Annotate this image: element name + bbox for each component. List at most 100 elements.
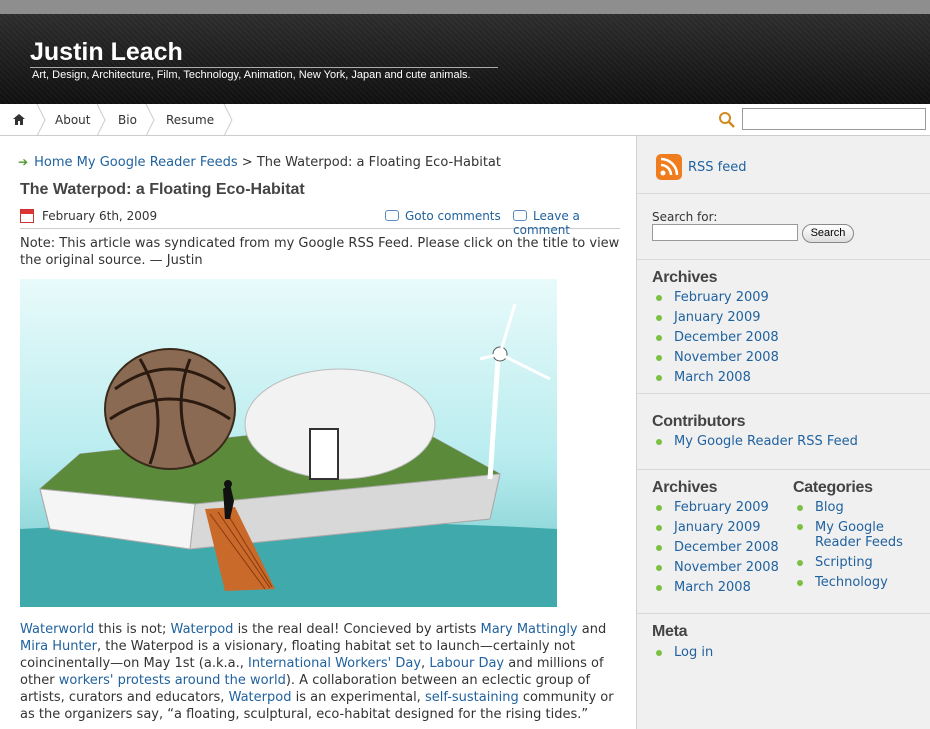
- body-text: this is not;: [94, 622, 171, 637]
- post-date: February 6th, 2009: [42, 209, 158, 223]
- category-link[interactable]: Scripting: [793, 553, 928, 573]
- breadcrumb-category[interactable]: My Google Reader Feeds: [77, 155, 238, 170]
- archives-list: February 2009 January 2009 December 2008…: [652, 498, 779, 598]
- meta-heading: Meta: [652, 623, 688, 640]
- archive-link-text[interactable]: January 2009: [674, 520, 761, 535]
- archive-link-text[interactable]: November 2008: [674, 560, 779, 575]
- link-waterworld[interactable]: Waterworld: [20, 622, 94, 637]
- nav-separator: [36, 104, 46, 136]
- archive-link-text[interactable]: March 2008: [674, 370, 751, 385]
- archives-heading: Archives: [652, 269, 718, 286]
- rss-icon[interactable]: [656, 154, 682, 180]
- contributors-list: My Google Reader RSS Feed: [652, 432, 858, 452]
- link-workers-day[interactable]: International Workers' Day: [248, 656, 421, 671]
- archive-link-text[interactable]: December 2008: [674, 540, 779, 555]
- archive-link[interactable]: December 2008: [652, 328, 779, 348]
- category-link[interactable]: My Google Reader Feeds: [793, 518, 928, 553]
- sidebar-meta-section: Meta Log in: [637, 614, 930, 729]
- archive-link[interactable]: November 2008: [652, 558, 779, 578]
- sidebar-archives-categories-section: Archives February 2009 January 2009 Dece…: [637, 470, 930, 614]
- category-link[interactable]: Blog: [793, 498, 928, 518]
- search-label: Search for:: [652, 210, 718, 224]
- link-waterpod[interactable]: Waterpod: [171, 622, 234, 637]
- archive-link-text[interactable]: January 2009: [674, 310, 761, 325]
- breadcrumb-home[interactable]: Home: [34, 155, 72, 170]
- nav-separator: [223, 104, 233, 136]
- category-link[interactable]: Technology: [793, 573, 928, 593]
- link-labour-day[interactable]: Labour Day: [429, 656, 504, 671]
- category-link-text[interactable]: My Google Reader Feeds: [815, 520, 903, 550]
- post-body: Waterworld this is not; Waterpod is the …: [20, 621, 620, 723]
- nav-resume[interactable]: Resume: [166, 104, 214, 136]
- archive-link-text[interactable]: February 2009: [674, 290, 769, 305]
- sidebar-contributors-section: Contributors My Google Reader RSS Feed: [637, 394, 930, 470]
- site-header: Justin Leach Art, Design, Architecture, …: [0, 14, 930, 104]
- calendar-icon: [20, 209, 34, 223]
- contributor-link[interactable]: My Google Reader RSS Feed: [652, 432, 858, 452]
- archive-link-text[interactable]: November 2008: [674, 350, 779, 365]
- archive-link[interactable]: March 2008: [652, 368, 779, 388]
- browser-top-strip: [0, 0, 930, 14]
- search-icon[interactable]: [718, 111, 736, 129]
- link-mira-hunter[interactable]: Mira Hunter: [20, 639, 97, 654]
- meta-list: Log in: [652, 643, 713, 663]
- site-title[interactable]: Justin Leach: [30, 38, 183, 67]
- breadcrumb-current: The Waterpod: a Floating Eco-Habitat: [256, 155, 501, 170]
- archive-link[interactable]: January 2009: [652, 308, 779, 328]
- archive-link-text[interactable]: February 2009: [674, 500, 769, 515]
- syndication-note: Note: This article was syndicated from m…: [20, 236, 620, 268]
- link-mary-mattingly[interactable]: Mary Mattingly: [480, 622, 577, 637]
- contributors-heading: Contributors: [652, 413, 746, 430]
- sidebar: RSS feed Search for: Search Archives Feb…: [636, 136, 930, 729]
- categories-heading: Categories: [793, 479, 873, 496]
- post-meta: February 6th, 2009 Goto comments Leave a…: [20, 204, 620, 237]
- sidebar-archives-section: Archives February 2009 January 2009 Dece…: [637, 260, 930, 394]
- archives-heading: Archives: [652, 479, 718, 496]
- comment-add-icon: [513, 210, 527, 221]
- sidebar-search-input[interactable]: [652, 224, 798, 241]
- archive-link[interactable]: January 2009: [652, 518, 779, 538]
- login-link[interactable]: Log in: [674, 645, 713, 660]
- nav-bio[interactable]: Bio: [118, 104, 137, 136]
- category-link-text[interactable]: Technology: [815, 575, 888, 590]
- archive-link[interactable]: March 2008: [652, 578, 779, 598]
- post-title[interactable]: The Waterpod: a Floating Eco-Habitat: [20, 181, 305, 199]
- category-link-text[interactable]: Scripting: [815, 555, 873, 570]
- arrow-right-icon: ➔: [18, 155, 29, 169]
- archives-list: February 2009 January 2009 December 2008…: [652, 288, 779, 388]
- nav-separator: [96, 104, 106, 136]
- link-workers-protests[interactable]: workers' protests around the world: [59, 673, 286, 688]
- meta-link[interactable]: Log in: [652, 643, 713, 663]
- archive-link[interactable]: November 2008: [652, 348, 779, 368]
- archive-link[interactable]: February 2009: [652, 288, 779, 308]
- goto-comments-label: Goto comments: [405, 209, 501, 223]
- body-text: and: [577, 622, 607, 637]
- header-search-input[interactable]: [742, 108, 926, 130]
- goto-comments-link[interactable]: Goto comments: [385, 209, 501, 223]
- categories-list: Blog My Google Reader Feeds Scripting Te…: [793, 498, 928, 593]
- contributor-link-text[interactable]: My Google Reader RSS Feed: [674, 434, 858, 449]
- nav-separator: [145, 104, 155, 136]
- archive-link[interactable]: December 2008: [652, 538, 779, 558]
- rss-feed-link[interactable]: RSS feed: [688, 160, 747, 175]
- link-waterpod-2[interactable]: Waterpod: [229, 690, 292, 705]
- breadcrumb-separator: >: [241, 155, 253, 170]
- home-icon[interactable]: [13, 114, 25, 125]
- nav-about[interactable]: About: [55, 104, 90, 136]
- body-text: is the real deal! Concieved by artists: [233, 622, 481, 637]
- leave-comment-link[interactable]: Leave a comment: [513, 209, 620, 237]
- site-tagline: Art, Design, Architecture, Film, Technol…: [32, 69, 471, 81]
- archive-link-text[interactable]: December 2008: [674, 330, 779, 345]
- sidebar-search-button[interactable]: Search: [802, 224, 854, 243]
- body-text: is an experimental,: [291, 690, 425, 705]
- breadcrumb: ➔ Home My Google Reader Feeds > The Wate…: [18, 155, 501, 170]
- archive-link-text[interactable]: March 2008: [674, 580, 751, 595]
- comment-icon: [385, 210, 399, 221]
- archive-link[interactable]: February 2009: [652, 498, 779, 518]
- sidebar-search-section: Search for: Search: [637, 194, 930, 260]
- waterpod-image: [20, 279, 557, 607]
- title-divider: [30, 67, 498, 68]
- category-link-text[interactable]: Blog: [815, 500, 844, 515]
- link-self-sustaining[interactable]: self-sustaining: [425, 690, 519, 705]
- sidebar-rss-section: RSS feed: [637, 136, 930, 194]
